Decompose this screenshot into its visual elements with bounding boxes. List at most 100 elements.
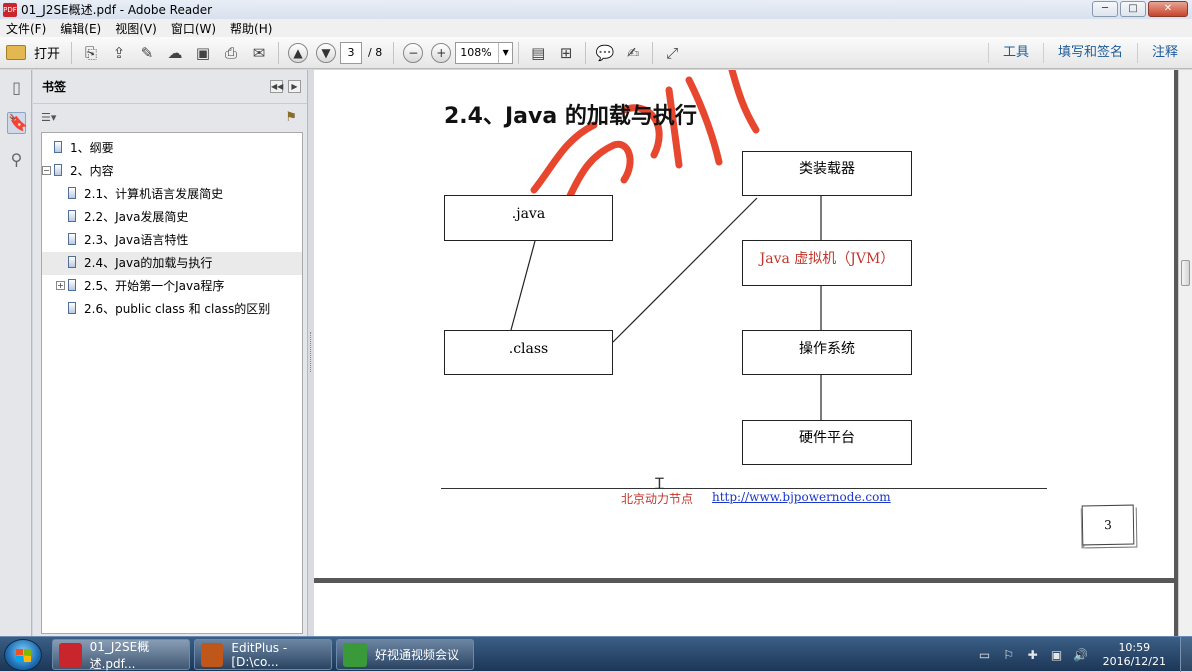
maximize-button[interactable]: □ (1120, 1, 1146, 17)
bookmark-item[interactable]: 2.6、public class 和 class的区别 (42, 298, 302, 321)
bookmarks-icon[interactable]: 🔖 (7, 112, 28, 134)
collapse-panel-icon[interactable]: ◀◀ (270, 80, 283, 93)
menu-edit[interactable]: 编辑(E) (60, 20, 101, 37)
bookmark-icon (68, 210, 76, 222)
flag-icon[interactable]: ⚐ (1001, 648, 1017, 662)
pdf-page: 2.4、Java 的加载与执行 .java .class 类装载器 Java 虚… (314, 70, 1174, 578)
attachments-icon[interactable]: ⚲ (7, 150, 26, 172)
print-icon[interactable]: ⎙ (219, 41, 243, 65)
vertical-scrollbar[interactable] (1178, 70, 1192, 636)
taskbar-button-label: 01_J2SE概述.pdf... (89, 639, 150, 671)
network-icon[interactable]: ▣ (1049, 648, 1065, 662)
zoom-select[interactable]: 108% ▼ (455, 41, 514, 64)
bookmark-icon (54, 164, 62, 176)
bookmark-list: 1、纲要 − 2、内容 2.1、计算机语言发展简史 2.2、Java发展简史 2.3、Ja… (41, 132, 303, 634)
next-page-button[interactable]: ▼ (314, 41, 338, 65)
pane-splitter[interactable] (307, 70, 314, 636)
bookmark-icon (68, 187, 76, 199)
open-button[interactable]: 打开 (6, 43, 60, 62)
folder-icon (6, 45, 26, 60)
tab-comment[interactable]: 注释 (1136, 43, 1192, 63)
toolbar-separator (518, 41, 520, 64)
toolbar-right-tabs: 工具 填写和签名 注释 (987, 37, 1192, 69)
clock[interactable]: 10:59 2016/12/21 (1103, 641, 1166, 669)
toolbar: 打开 ⎘ ⇪ ✎ ☁ ▣ ⎙ ✉ ▲ ▼ 3 / 8 − + 108% ▼ ▤ … (0, 37, 1192, 69)
save-icon[interactable]: ▣ (191, 41, 215, 65)
taskbar-button[interactable]: EditPlus - [D:\co... (194, 639, 332, 670)
bookmark-item[interactable]: 1、纲要 (42, 137, 302, 160)
pdf-icon: PDF (3, 2, 17, 17)
zoom-in-button[interactable]: + (429, 41, 453, 65)
tab-tools[interactable]: 工具 (987, 43, 1043, 63)
bookmark-item[interactable]: +2.5、开始第一个Java程序 (42, 275, 302, 298)
document-area[interactable]: 2.4、Java 的加载与执行 .java .class 类装载器 Java 虚… (314, 70, 1178, 636)
show-desktop-button[interactable] (1180, 637, 1192, 672)
options-menu-icon[interactable]: ☰▾ (41, 111, 56, 124)
toolbar-separator (585, 41, 587, 64)
chevron-down-icon[interactable]: ▼ (498, 42, 512, 63)
bookmark-item[interactable]: 2.2、Java发展简史 (42, 206, 302, 229)
tab-fill-and-sign[interactable]: 填写和签名 (1042, 43, 1137, 63)
bookmark-label: 2.3、Java语言特性 (84, 233, 189, 247)
pdf-icon (59, 642, 82, 667)
taskbar-button[interactable]: 01_J2SE概述.pdf... (52, 639, 190, 671)
bookmark-item[interactable]: 2.3、Java语言特性 (42, 229, 302, 252)
clock-date: 2016/12/21 (1102, 654, 1166, 668)
bookmark-item[interactable]: 2.1、计算机语言发展简史 (42, 183, 302, 206)
page-number-input[interactable]: 3 (340, 41, 363, 64)
zoom-out-button[interactable]: − (401, 41, 425, 65)
create-pdf-icon[interactable]: ⎘ (79, 41, 103, 65)
bookmark-icon (68, 302, 76, 314)
read-mode-icon[interactable]: ⤢ (660, 41, 684, 65)
page-number-box: 3 (1081, 504, 1135, 546)
cloud-upload-icon[interactable]: ☁ (163, 41, 187, 65)
taskbar-button-label: EditPlus - [D:\co... (231, 640, 288, 669)
page-thumbnails-icon[interactable]: ▯ (7, 78, 26, 100)
keyboard-icon[interactable]: ▭ (977, 648, 993, 662)
toolbar-separator (278, 41, 280, 64)
zoom-value: 108% (460, 46, 492, 59)
bookmarks-title: 书签 (42, 80, 67, 94)
expand-panel-icon[interactable]: ▶ (288, 80, 301, 93)
volume-icon[interactable]: 🔊 (1073, 648, 1089, 662)
find-bookmark-icon[interactable]: ⚑ (285, 110, 297, 125)
previous-page-button[interactable]: ▲ (286, 41, 310, 65)
bookmark-icon (54, 141, 62, 153)
expand-icon[interactable]: + (56, 281, 65, 290)
menu-window[interactable]: 窗口(W) (171, 20, 216, 37)
toolbar-separator (71, 41, 73, 64)
start-button[interactable] (4, 639, 42, 671)
menu-bar: 文件(F) 编辑(E) 视图(V) 窗口(W) 帮助(H) (0, 19, 1192, 37)
menu-file[interactable]: 文件(F) (6, 20, 46, 37)
highlight-icon[interactable]: ✍ (621, 41, 645, 65)
email-icon[interactable]: ✉ (247, 41, 271, 65)
title-bar: PDF 01_J2SE概述.pdf - Adobe Reader ─ □ ✕ (0, 0, 1192, 19)
arrow-down-icon: ▼ (316, 42, 337, 63)
toolbar-separator (393, 41, 395, 64)
video-conference-icon (343, 642, 367, 667)
menu-help[interactable]: 帮助(H) (230, 20, 272, 37)
taskbar-button[interactable]: 好视通视频会议 (336, 639, 474, 670)
minus-icon: − (403, 42, 424, 63)
comment-icon[interactable]: 💬 (593, 41, 617, 65)
java-source-box: .java (444, 195, 613, 241)
menu-view[interactable]: 视图(V) (115, 20, 157, 37)
bookmarks-toolbar: ☰▾ ⚑ (33, 104, 307, 131)
footer-rule (441, 488, 1047, 489)
edit-pdf-icon[interactable]: ✎ (135, 41, 159, 65)
bookmark-item[interactable]: − 2、内容 (42, 160, 302, 183)
footer-link[interactable]: http://www.bjpowernode.com (712, 490, 891, 504)
export-pdf-icon[interactable]: ⇪ (107, 41, 131, 65)
fit-width-icon[interactable]: ⊞ (554, 41, 578, 65)
plus-icon: + (431, 42, 452, 63)
bookmark-icon (68, 256, 76, 268)
bookmark-label: 2.2、Java发展简史 (84, 210, 189, 224)
close-button[interactable]: ✕ (1148, 1, 1188, 17)
fit-page-icon[interactable]: ▤ (526, 41, 550, 65)
minimize-button[interactable]: ─ (1092, 1, 1118, 17)
page-total: / 8 (368, 46, 383, 59)
collapse-icon[interactable]: − (42, 166, 51, 175)
add-icon[interactable]: ✚ (1025, 648, 1041, 662)
bookmark-item[interactable]: 2.4、Java的加载与执行 (42, 252, 302, 275)
scrollbar-thumb[interactable] (1181, 260, 1190, 286)
